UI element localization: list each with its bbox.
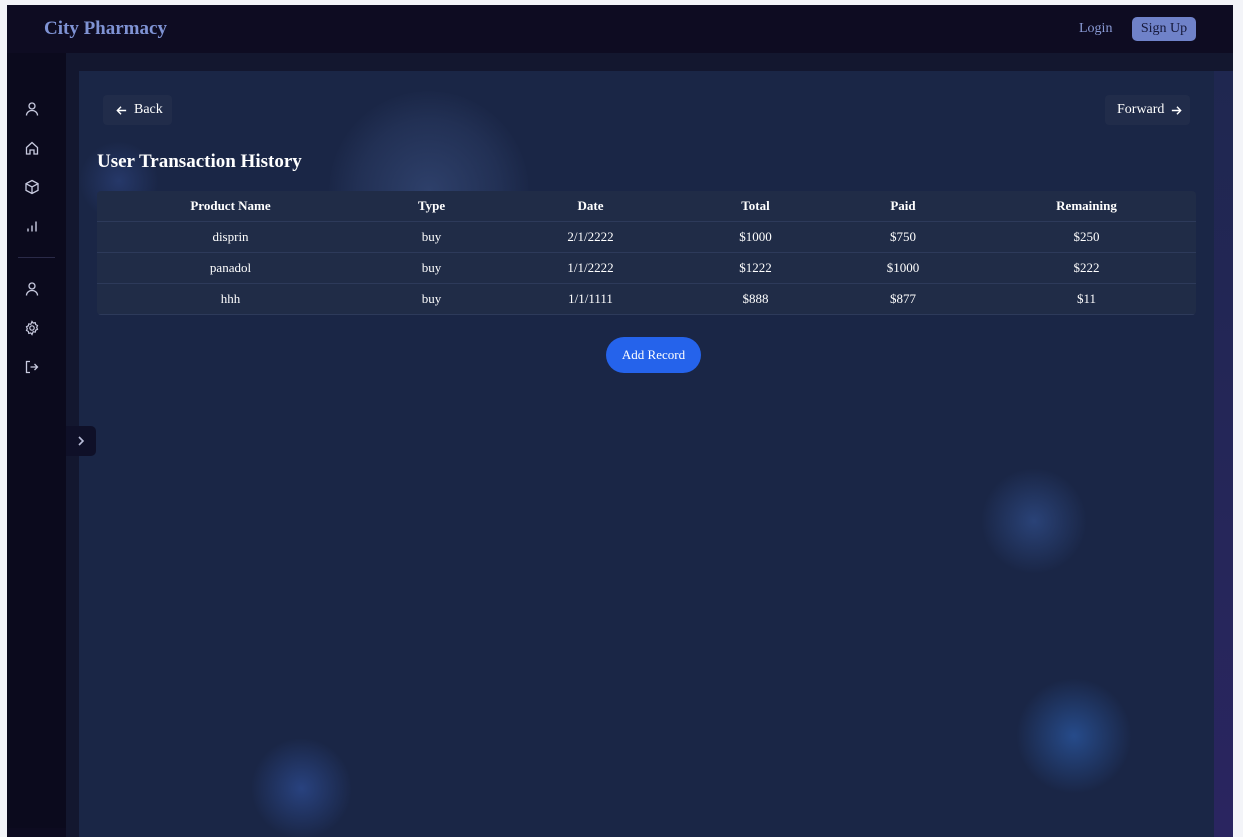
- back-button-label: Back: [134, 102, 163, 117]
- table-cell: $250: [977, 221, 1196, 253]
- table-header-row: Product Name Type Date Total Paid Remain…: [97, 191, 1196, 222]
- table-cell: disprin: [97, 221, 364, 253]
- top-navbar: City Pharmacy Login Sign Up: [7, 5, 1233, 53]
- add-record-button[interactable]: Add Record: [606, 337, 701, 373]
- column-header: Type: [364, 191, 499, 222]
- main-top-strip: [66, 53, 1233, 71]
- gear-icon[interactable]: [24, 320, 40, 336]
- login-link[interactable]: Login: [1079, 21, 1112, 37]
- table-cell: $750: [829, 221, 977, 253]
- user-icon[interactable]: [24, 101, 40, 117]
- table-cell: $1000: [682, 221, 829, 253]
- content-right-edge: [1214, 71, 1233, 837]
- back-button[interactable]: Back: [103, 95, 172, 125]
- background-glow: [1014, 676, 1134, 796]
- column-header: Paid: [829, 191, 977, 222]
- forward-button[interactable]: Forward: [1105, 95, 1190, 125]
- background-glow: [249, 736, 354, 837]
- logout-icon[interactable]: [24, 359, 40, 375]
- home-icon[interactable]: [24, 140, 40, 156]
- table-row: panadol buy 1/1/2222 $1222 $1000 $222: [97, 252, 1196, 284]
- forward-button-label: Forward: [1117, 102, 1165, 117]
- sidebar: [7, 53, 66, 828]
- arrow-left-icon: [115, 104, 128, 117]
- column-header: Remaining: [977, 191, 1196, 222]
- table-cell: panadol: [97, 252, 364, 284]
- brand-logo[interactable]: City Pharmacy: [44, 18, 167, 40]
- table-row: hhh buy 1/1/1111 $888 $877 $11: [97, 283, 1196, 315]
- column-header: Date: [499, 191, 682, 222]
- box-icon[interactable]: [24, 179, 40, 195]
- sidebar-divider: [18, 257, 55, 258]
- bar-chart-icon[interactable]: [24, 218, 40, 234]
- transaction-table: Product Name Type Date Total Paid Remain…: [97, 191, 1196, 315]
- table-cell: $1222: [682, 252, 829, 284]
- table-cell: 2/1/2222: [499, 221, 682, 253]
- table-cell: $11: [977, 283, 1196, 315]
- signup-button[interactable]: Sign Up: [1132, 17, 1196, 41]
- table-cell: $888: [682, 283, 829, 315]
- column-header: Product Name: [97, 191, 364, 222]
- table-cell: $1000: [829, 252, 977, 284]
- table-cell: buy: [364, 252, 499, 284]
- main-content: Back Forward User Transaction History Pr…: [79, 71, 1214, 837]
- app-window: City Pharmacy Login Sign Up Back Forward…: [7, 5, 1233, 837]
- arrow-right-icon: [1170, 104, 1183, 117]
- table-row: disprin buy 2/1/2222 $1000 $750 $250: [97, 221, 1196, 253]
- table-cell: buy: [364, 221, 499, 253]
- table-cell: hhh: [97, 283, 364, 315]
- profile-icon[interactable]: [24, 281, 40, 297]
- table-cell: $877: [829, 283, 977, 315]
- table-cell: buy: [364, 283, 499, 315]
- column-header: Total: [682, 191, 829, 222]
- table-cell: 1/1/1111: [499, 283, 682, 315]
- sidebar-toggle-button[interactable]: [66, 426, 96, 456]
- background-glow: [979, 466, 1089, 576]
- table-cell: 1/1/2222: [499, 252, 682, 284]
- table-cell: $222: [977, 252, 1196, 284]
- page-title: User Transaction History: [97, 151, 302, 172]
- chevron-right-icon: [75, 435, 87, 447]
